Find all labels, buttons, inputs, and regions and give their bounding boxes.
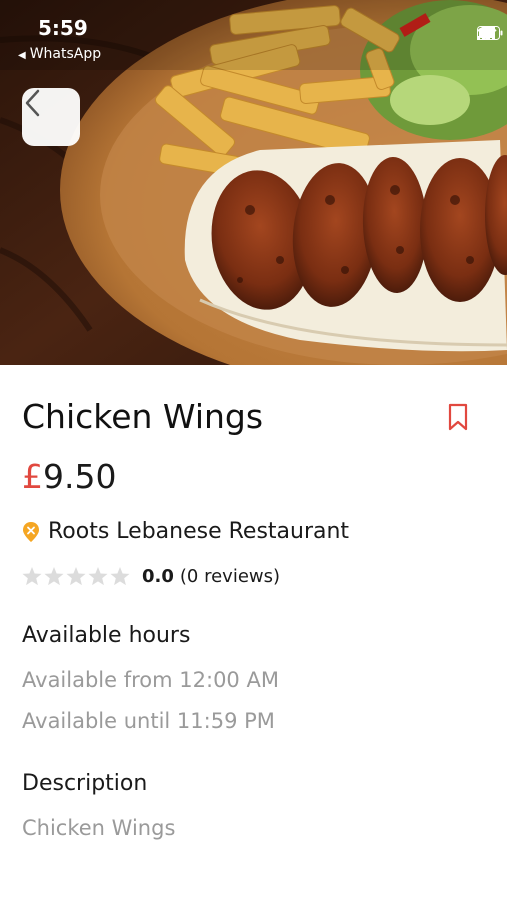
price-currency: £ [22, 457, 43, 496]
description-heading: Description [22, 771, 148, 796]
price-value: 9.50 [43, 457, 117, 496]
status-time: 5:59 [38, 16, 88, 40]
restaurant-name: Roots Lebanese Restaurant [48, 519, 350, 544]
description-text: Chicken Wings [22, 816, 176, 840]
review-count: (0 reviews) [179, 566, 281, 587]
star-icon [66, 567, 86, 586]
star-icon [88, 567, 108, 586]
back-to-app-link[interactable]: ◀ WhatsApp [18, 46, 101, 62]
status-bar: 5:59 ◀ WhatsApp [0, 0, 507, 70]
item-title: Chicken Wings [22, 397, 264, 436]
hours-heading: Available hours [22, 623, 191, 648]
available-until: Available until 11:59 PM [22, 709, 275, 733]
chevron-left-icon [25, 89, 40, 117]
available-from: Available from 12:00 AM [22, 668, 279, 692]
bookmark-icon[interactable] [446, 403, 470, 431]
star-icon [110, 567, 130, 586]
battery-icon [477, 26, 503, 40]
restaurant-link[interactable]: Roots Lebanese Restaurant [22, 519, 349, 544]
back-button[interactable] [22, 88, 80, 146]
star-icon [44, 567, 64, 586]
rating-value: 0.0 [142, 566, 174, 587]
item-details: Chicken Wings £9.50 Roots Lebanese Resta… [0, 365, 507, 900]
rating-row: 0.0 (0 reviews) [22, 566, 280, 587]
star-rating [22, 567, 130, 586]
location-pin-icon [23, 521, 39, 542]
hero-image: 5:59 ◀ WhatsApp [0, 0, 507, 365]
back-app-label: WhatsApp [29, 46, 102, 62]
back-triangle-icon: ◀ [18, 50, 26, 61]
item-price: £9.50 [22, 457, 116, 496]
star-icon [22, 567, 42, 586]
